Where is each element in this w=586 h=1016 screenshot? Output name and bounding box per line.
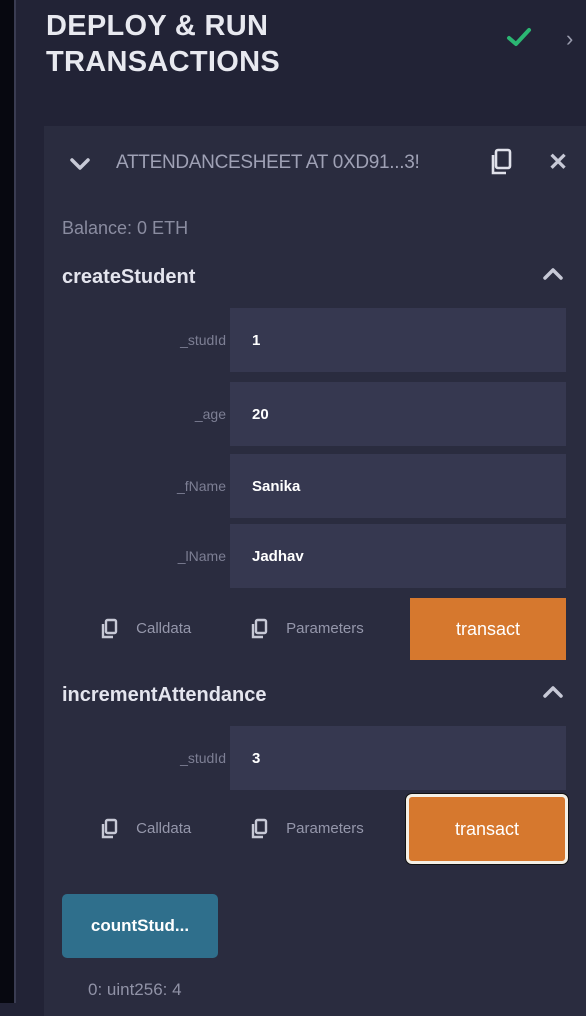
- copy-icon[interactable]: [486, 146, 518, 178]
- studId-input[interactable]: [230, 726, 566, 790]
- calldata-button[interactable]: Calldata: [100, 618, 191, 640]
- lName-input[interactable]: [230, 524, 566, 588]
- panel-divider[interactable]: [14, 0, 16, 1003]
- param-label-age: _age: [194, 406, 226, 422]
- copy-icon: [101, 618, 118, 639]
- left-edge-strip: [0, 0, 14, 1003]
- contract-instance-title[interactable]: ATTENDANCESHEET AT 0XD91...3!: [116, 148, 420, 178]
- parameters-button[interactable]: Parameters: [250, 618, 364, 640]
- parameters-label: Parameters: [286, 819, 364, 837]
- param-label-studId: _studId: [180, 332, 226, 348]
- transact-button[interactable]: transact: [410, 598, 566, 660]
- chevron-right-icon[interactable]: ›: [566, 26, 573, 52]
- chevron-up-icon[interactable]: [542, 684, 564, 700]
- calldata-button[interactable]: Calldata: [100, 818, 191, 840]
- calldata-label: Calldata: [136, 619, 192, 637]
- studId-input[interactable]: [230, 308, 566, 372]
- parameters-button[interactable]: Parameters: [250, 818, 364, 840]
- balance-text: Balance: 0 ETH: [62, 218, 189, 238]
- function-name-createStudent[interactable]: createStudent: [62, 266, 195, 289]
- transact-button[interactable]: transact: [406, 794, 568, 864]
- call-result: 0: uint256: 4: [88, 980, 182, 999]
- panel-title: DEPLOY & RUN TRANSACTIONS: [46, 10, 280, 78]
- param-label-studId: _studId: [180, 750, 226, 766]
- calldata-label: Calldata: [136, 819, 192, 837]
- close-icon[interactable]: ✕: [548, 148, 568, 177]
- copy-icon: [251, 818, 268, 839]
- function-name-incrementAttendance[interactable]: incrementAttendance: [62, 684, 267, 707]
- check-icon: [507, 28, 531, 46]
- age-input[interactable]: [230, 382, 566, 446]
- countStudents-button[interactable]: countStud...: [62, 894, 218, 958]
- fName-input[interactable]: [230, 454, 566, 518]
- copy-icon: [101, 818, 118, 839]
- chevron-down-icon[interactable]: [68, 152, 92, 176]
- parameters-label: Parameters: [286, 619, 364, 637]
- copy-icon: [251, 618, 268, 639]
- chevron-up-icon[interactable]: [542, 266, 564, 282]
- param-label-lName: _lName: [177, 548, 226, 564]
- param-label-fName: _fName: [176, 478, 226, 494]
